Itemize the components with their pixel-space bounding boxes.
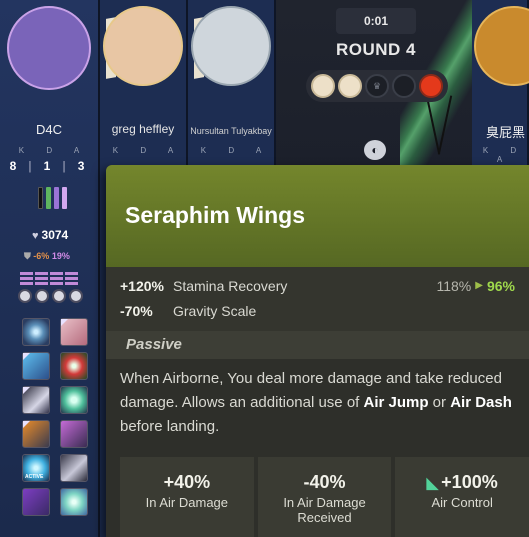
- health-display: ♥ 3074: [32, 228, 68, 242]
- kda-labels: K D A: [112, 146, 184, 155]
- dash-icon[interactable]: [22, 352, 50, 380]
- orange-blade-icon[interactable]: [22, 420, 50, 448]
- stat-row: +120% Stamina Recovery 118% ▶ 96%: [120, 273, 515, 298]
- round-timer: 0:01: [336, 8, 416, 34]
- green-burst-icon[interactable]: [60, 386, 88, 414]
- kills-count: 8: [9, 159, 21, 173]
- player-name: greg heffley: [111, 122, 175, 136]
- effect-label: In Air Damage: [145, 495, 229, 510]
- kda-labels: K D A: [200, 146, 272, 155]
- item-description: When Airborne, You deal more damage and …: [106, 359, 529, 447]
- claw-icon[interactable]: [60, 454, 88, 482]
- health-value: 3074: [41, 228, 69, 242]
- item-grid: ACTIVE: [22, 318, 88, 516]
- effect-value: -40%: [303, 472, 346, 492]
- player-avatar[interactable]: [103, 6, 183, 86]
- player-avatar[interactable]: [191, 6, 271, 86]
- effect-boxes: +40% In Air Damage -40% In Air Damage Re…: [120, 457, 529, 537]
- item-tooltip: Seraphim Wings +120% Stamina Recovery 11…: [106, 165, 529, 537]
- kda-values: 8 | 1 | 3: [0, 159, 98, 173]
- player-avatar[interactable]: [474, 6, 529, 86]
- player-name: Nursultan Tulyakbay: [190, 126, 272, 136]
- ring-icon: [69, 289, 83, 303]
- effect-box: ◣ +100% Air Control: [395, 457, 529, 537]
- ring-icon: [52, 289, 66, 303]
- desc-text: before landing.: [120, 418, 220, 435]
- deaths-count: 1: [43, 159, 55, 173]
- ring-icon: [18, 289, 32, 303]
- upgrade-pips: [20, 272, 78, 285]
- player-name: 臭屁黑: [486, 125, 526, 140]
- effect-value: +40%: [163, 472, 211, 492]
- crown-icon: ♛: [365, 74, 389, 98]
- air-control-icon: ◣: [426, 475, 439, 492]
- stat-row: -70% Gravity Scale: [120, 298, 515, 323]
- stat-before: 118%: [436, 277, 472, 294]
- round-won-dot: [311, 74, 335, 98]
- round-won-dot: [338, 74, 362, 98]
- ring-icon: [35, 289, 49, 303]
- effect-value: +100%: [441, 472, 498, 492]
- kda-divider: |: [28, 159, 36, 173]
- player-name: D4C: [35, 122, 62, 137]
- heart-icon: ♥: [32, 230, 39, 242]
- blade-icon[interactable]: [22, 386, 50, 414]
- round-tracker: ♛: [306, 70, 448, 102]
- pink-wing-icon[interactable]: [60, 318, 88, 346]
- desc-keyword: Air Jump: [363, 394, 429, 411]
- heart-target-icon[interactable]: [60, 352, 88, 380]
- modifier-positive: 19%: [51, 251, 70, 261]
- effect-box: +40% In Air Damage: [120, 457, 254, 537]
- modifier-negative: -6%: [33, 251, 50, 261]
- star-burst-icon[interactable]: [22, 318, 50, 346]
- active-icon[interactable]: ACTIVE: [22, 454, 50, 482]
- stat-label: Gravity Scale: [173, 302, 257, 319]
- effect-value-row: ◣ +100%: [395, 472, 529, 493]
- kda-labels: K D A: [18, 146, 90, 155]
- kda-labels: K D A: [482, 146, 527, 164]
- tooltip-header: Seraphim Wings: [106, 165, 529, 267]
- stat-after: 96%: [486, 277, 515, 294]
- purple-wing-icon[interactable]: [22, 488, 50, 516]
- active-tag: ACTIVE: [25, 474, 44, 480]
- player-panel-d4c: D4C K D A 8 | 1 | 3 ♥ 3074 ⛊ -6% 19% ACTIVE: [0, 0, 100, 537]
- stat-value: +120%: [120, 277, 164, 294]
- arrow-right-icon: ▶: [475, 280, 483, 291]
- effect-label: In Air Damage Received: [283, 495, 366, 525]
- passive-label: Passive: [106, 331, 529, 359]
- effect-label: Air Control: [431, 495, 493, 510]
- effect-box: -40% In Air Damage Received: [257, 457, 392, 537]
- stat-value: -70%: [120, 302, 153, 319]
- stat-list: +120% Stamina Recovery 118% ▶ 96% -70% G…: [106, 267, 529, 331]
- seraphim-wings-icon[interactable]: [60, 488, 88, 516]
- crossed-swords-icon[interactable]: [60, 420, 88, 448]
- round-label: ROUND 4: [335, 40, 416, 59]
- player-avatar[interactable]: [7, 6, 91, 90]
- item-title: Seraphim Wings: [125, 202, 305, 228]
- desc-keyword: Air Dash: [450, 394, 512, 411]
- round-empty-dot: [392, 74, 416, 98]
- round-hud: 0:01 ROUND 4 ♛: [300, 0, 460, 108]
- desc-text: or: [428, 394, 451, 411]
- shield-icon: ⛊: [24, 251, 31, 261]
- assists-count: 3: [77, 159, 89, 173]
- stat-label: Stamina Recovery: [173, 277, 288, 294]
- kda-divider: |: [62, 159, 70, 173]
- ability-rings: [18, 289, 83, 303]
- build-bars-icon: [38, 187, 67, 209]
- stat-modifiers: ⛊ -6% 19%: [24, 251, 70, 262]
- spectate-eye-icon[interactable]: ◐: [364, 140, 386, 160]
- round-lost-dot: [419, 74, 443, 98]
